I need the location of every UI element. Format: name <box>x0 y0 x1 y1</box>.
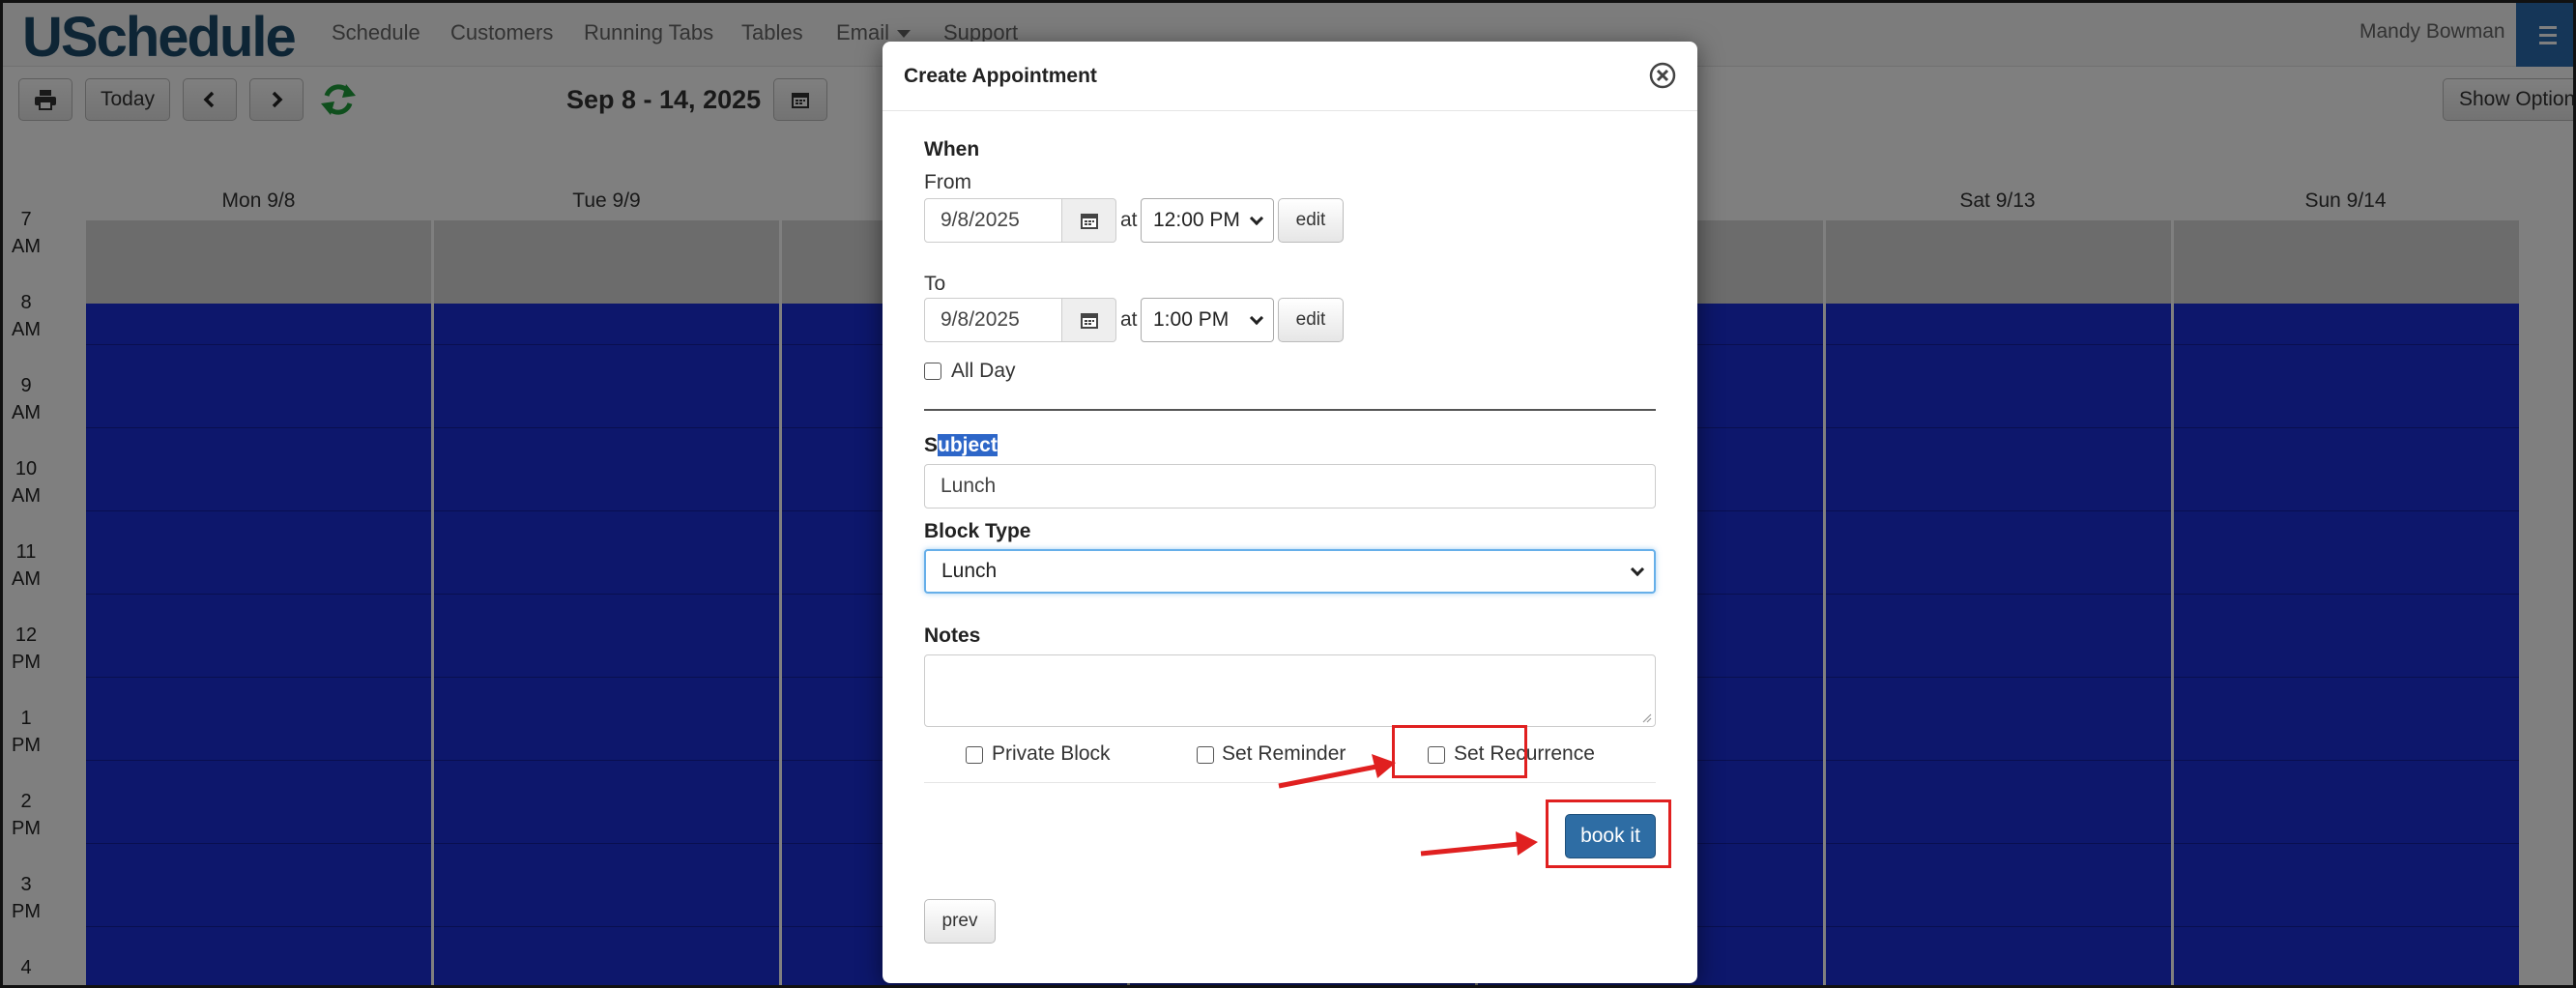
calendar-icon <box>1080 313 1098 329</box>
block-type-select[interactable]: Lunch <box>924 549 1656 594</box>
to-time-value: 1:00 PM <box>1153 308 1230 331</box>
from-time-value: 12:00 PM <box>1153 209 1240 231</box>
to-date-picker[interactable] <box>1062 298 1116 342</box>
dialog-title: Create Appointment <box>904 65 1097 87</box>
to-time-select[interactable]: 1:00 PM <box>1141 298 1274 342</box>
to-date-input[interactable]: 9/8/2025 <box>924 298 1062 342</box>
block-type-value: Lunch <box>941 560 998 582</box>
subject-label-first: S <box>924 434 939 456</box>
private-block-label[interactable]: Private Block <box>992 742 1111 766</box>
set-reminder-checkbox[interactable] <box>1197 746 1214 764</box>
app-window: USchedule Schedule Customers Running Tab… <box>0 0 2576 988</box>
chevron-down-icon <box>1630 562 1645 577</box>
recurrence-highlight-box <box>1392 725 1527 778</box>
subject-label-selected: ubject <box>938 434 998 456</box>
at-label: at <box>1120 209 1138 231</box>
book-it-highlight-box <box>1546 799 1671 868</box>
resize-grip-icon[interactable] <box>1640 712 1652 723</box>
block-type-label: Block Type <box>924 520 1031 542</box>
subject-input[interactable]: Lunch <box>924 464 1656 509</box>
all-day-checkbox[interactable] <box>924 363 941 380</box>
close-icon[interactable] <box>1648 61 1677 90</box>
create-appointment-dialog: Create Appointment When From 9/8/2025 at… <box>883 42 1697 983</box>
calendar-icon <box>1080 214 1098 229</box>
dialog-header: Create Appointment <box>883 42 1697 111</box>
chevron-down-icon <box>1249 310 1264 326</box>
annotation-arrow-icon <box>1420 831 1538 857</box>
when-label: When <box>924 138 980 160</box>
at-label: at <box>1120 308 1138 331</box>
annotation-arrow-icon <box>1278 754 1396 789</box>
to-label: To <box>924 273 946 295</box>
private-block-checkbox[interactable] <box>966 746 983 764</box>
from-date-input[interactable]: 9/8/2025 <box>924 198 1062 243</box>
all-day-label[interactable]: All Day <box>951 360 1016 383</box>
from-time-edit-button[interactable]: edit <box>1278 198 1344 243</box>
notes-label: Notes <box>924 625 981 647</box>
from-date-picker[interactable] <box>1062 198 1116 243</box>
from-time-select[interactable]: 12:00 PM <box>1141 198 1274 243</box>
chevron-down-icon <box>1249 211 1264 226</box>
from-label: From <box>924 171 971 193</box>
prev-button[interactable]: prev <box>924 899 996 944</box>
notes-textarea[interactable] <box>924 654 1656 727</box>
subject-label: Subject <box>924 434 998 457</box>
section-divider <box>924 409 1656 411</box>
to-time-edit-button[interactable]: edit <box>1278 298 1344 342</box>
